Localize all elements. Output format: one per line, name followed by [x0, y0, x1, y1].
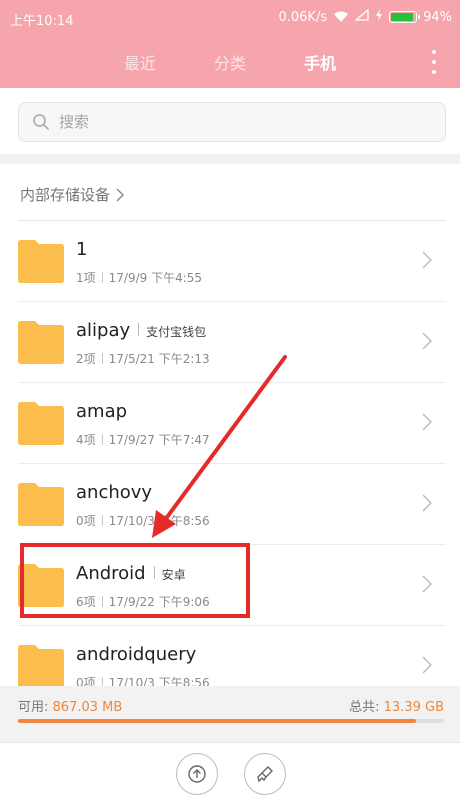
- file-name-line: androidquery: [76, 644, 196, 665]
- file-name: amap: [76, 401, 128, 422]
- storage-total-value: 13.39 GB: [383, 700, 444, 715]
- more-vertical-icon: [432, 50, 436, 54]
- file-meta: 1项 17/9/9 下午4:55: [76, 269, 202, 286]
- file-item-count: 2项: [76, 352, 96, 366]
- file-item-count: 0项: [76, 514, 96, 528]
- tab-category[interactable]: 分类: [214, 50, 246, 74]
- storage-progress-fill: [18, 719, 417, 723]
- file-item-count: 1项: [76, 271, 96, 285]
- meta-separator: [101, 515, 103, 526]
- file-name-line: anchovy: [76, 482, 152, 503]
- storage-available-value: 867.03 MB: [52, 700, 123, 715]
- storage-info: 可用: 867.03 MB 总共: 13.39 GB: [0, 686, 460, 742]
- breadcrumb-label: 内部存储设备: [20, 186, 111, 204]
- meta-separator: [101, 434, 103, 445]
- tab-phone[interactable]: 手机: [304, 50, 336, 74]
- folder-icon: [18, 239, 64, 283]
- tab-recent[interactable]: 最近: [124, 50, 156, 74]
- file-item-count: 4项: [76, 433, 96, 447]
- storage-progress-bar: [18, 719, 444, 723]
- wifi-icon: [333, 11, 349, 23]
- file-date: 17/9/27 下午7:47: [108, 433, 210, 447]
- search-area: [0, 88, 460, 154]
- brush-icon: [257, 766, 273, 783]
- status-time: 上午10:14: [10, 14, 74, 29]
- file-name: alipay: [76, 320, 131, 341]
- file-meta: 2项 17/5/21 下午2:13: [76, 350, 210, 367]
- file-name-line: alipay 支付宝钱包: [76, 320, 206, 341]
- chevron-right-icon: [422, 332, 433, 350]
- file-name: androidquery: [76, 644, 197, 665]
- storage-total: 总共: 13.39 GB: [349, 696, 444, 715]
- file-name: 1: [76, 239, 88, 260]
- bottom-toolbar: [0, 742, 460, 800]
- file-row-amap[interactable]: amap 4项 17/9/27 下午7:47: [18, 383, 446, 464]
- search-input[interactable]: [59, 103, 419, 141]
- file-list: 1 1项 17/9/9 下午4:55 alipay 支付宝钱包 2项 17/5/21 下午2…: [0, 221, 460, 707]
- status-bar: 上午10:14 0.06K/s 94%: [0, 0, 460, 38]
- signal-icon: [354, 8, 369, 25]
- battery-icon: [389, 11, 421, 23]
- file-date: 17/10/3 下午8:56: [108, 514, 210, 528]
- chevron-right-icon: [422, 575, 433, 593]
- charging-icon: [375, 9, 383, 25]
- chevron-right-icon: [422, 251, 433, 269]
- clean-button[interactable]: [244, 753, 286, 795]
- file-date: 17/5/21 下午2:13: [108, 352, 210, 366]
- file-manager-screen: 上午10:14 0.06K/s 94% 最近 分类 手机 搜索 内部存储设备 1…: [0, 0, 460, 800]
- folder-icon: [18, 401, 64, 445]
- meta-separator: [101, 272, 103, 283]
- file-date: 17/9/9 下午4:55: [108, 271, 203, 285]
- upload-button[interactable]: [176, 753, 218, 795]
- file-name-line: 1: [76, 239, 87, 260]
- storage-available-label: 可用:: [18, 700, 49, 715]
- network-speed: 0.06K/s: [278, 9, 328, 25]
- section-divider: [0, 154, 460, 164]
- chevron-right-icon: [422, 656, 433, 674]
- file-row-alipay[interactable]: alipay 支付宝钱包 2项 17/5/21 下午2:13: [18, 302, 446, 383]
- upload-icon: [188, 765, 206, 783]
- file-row-anchovy[interactable]: anchovy 0项 17/10/3 下午8:56: [18, 464, 446, 545]
- storage-available: 可用: 867.03 MB: [18, 696, 122, 715]
- meta-separator: [101, 353, 103, 364]
- file-meta: 4项 17/9/27 下午7:47: [76, 431, 210, 448]
- search-box[interactable]: [18, 102, 446, 142]
- more-options-button[interactable]: [430, 50, 438, 74]
- tag-separator: [138, 323, 140, 336]
- battery-text: 94%: [423, 9, 452, 25]
- search-icon: [31, 112, 51, 132]
- folder-icon: [18, 644, 64, 688]
- tab-bar: 最近 分类 手机: [0, 38, 460, 88]
- folder-icon: [18, 482, 64, 526]
- highlight-box: [20, 543, 250, 618]
- file-row-1[interactable]: 1 1项 17/9/9 下午4:55: [18, 221, 446, 302]
- file-meta: 0项 17/10/3 下午8:56: [76, 512, 210, 529]
- battery-level: [391, 13, 413, 21]
- chevron-right-icon: [422, 494, 433, 512]
- file-name-line: amap: [76, 401, 127, 422]
- breadcrumb[interactable]: 内部存储设备: [20, 184, 125, 205]
- status-indicators: 0.06K/s 94%: [278, 8, 452, 25]
- storage-total-label: 总共:: [349, 700, 380, 715]
- folder-icon: [18, 320, 64, 364]
- chevron-right-icon: [422, 413, 433, 431]
- file-name: anchovy: [76, 482, 153, 503]
- chevron-right-icon: [116, 188, 125, 201]
- file-tag: 支付宝钱包: [146, 325, 207, 339]
